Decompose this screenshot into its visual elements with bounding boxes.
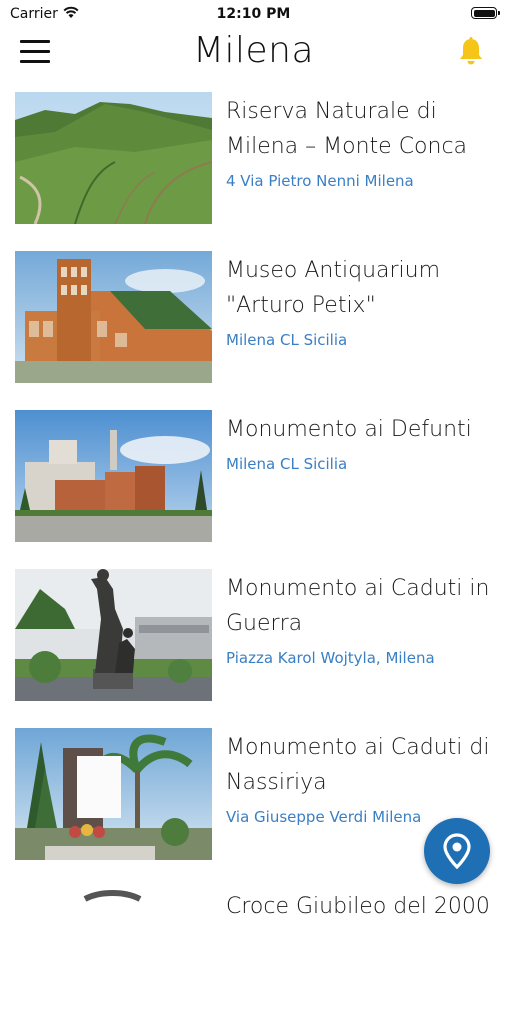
place-photo	[15, 410, 212, 542]
place-photo	[15, 728, 212, 860]
status-time: 12:10 PM	[216, 6, 291, 22]
bell-icon[interactable]	[457, 36, 485, 68]
nav-bar: Milena	[0, 28, 507, 80]
list-item[interactable]: Monumento ai Caduti in Guerra Piazza Kar…	[0, 569, 507, 704]
place-title: Monumento ai Defunti	[226, 417, 472, 442]
place-title: Croce Giubileo del 2000	[226, 894, 490, 919]
page-title: Milena	[192, 30, 315, 71]
place-title: Museo Antiquarium "Arturo Petix"	[226, 258, 441, 318]
place-address: 4 Via Pietro Nenni Milena	[226, 172, 414, 190]
place-address: Milena CL Sicilia	[226, 331, 348, 349]
battery-icon	[471, 7, 500, 19]
place-title: Monumento ai Caduti in Guerra	[226, 576, 490, 636]
list-item[interactable]: Riserva Naturale di Milena – Monte Conca…	[0, 92, 507, 227]
place-photo	[15, 92, 212, 224]
place-photo	[15, 569, 212, 701]
place-address: Via Giuseppe Verdi Milena	[226, 808, 422, 826]
list-item[interactable]: Museo Antiquarium "Arturo Petix" Milena …	[0, 251, 507, 386]
map-button[interactable]	[424, 818, 490, 884]
place-photo	[15, 251, 212, 383]
place-address: Piazza Karol Wojtyla, Milena	[226, 649, 435, 667]
place-title: Monumento ai Caduti di Nassiriya	[226, 735, 490, 795]
place-title: Riserva Naturale di Milena – Monte Conca	[226, 99, 468, 159]
status-bar: Carrier 12:10 PM	[0, 0, 507, 28]
place-photo	[15, 887, 212, 1019]
list-item[interactable]: Monumento ai Defunti Milena CL Sicilia	[0, 410, 507, 545]
list-item[interactable]: Croce Giubileo del 2000	[0, 887, 507, 1022]
map-pin-icon	[443, 833, 471, 869]
place-address: Milena CL Sicilia	[226, 455, 348, 473]
